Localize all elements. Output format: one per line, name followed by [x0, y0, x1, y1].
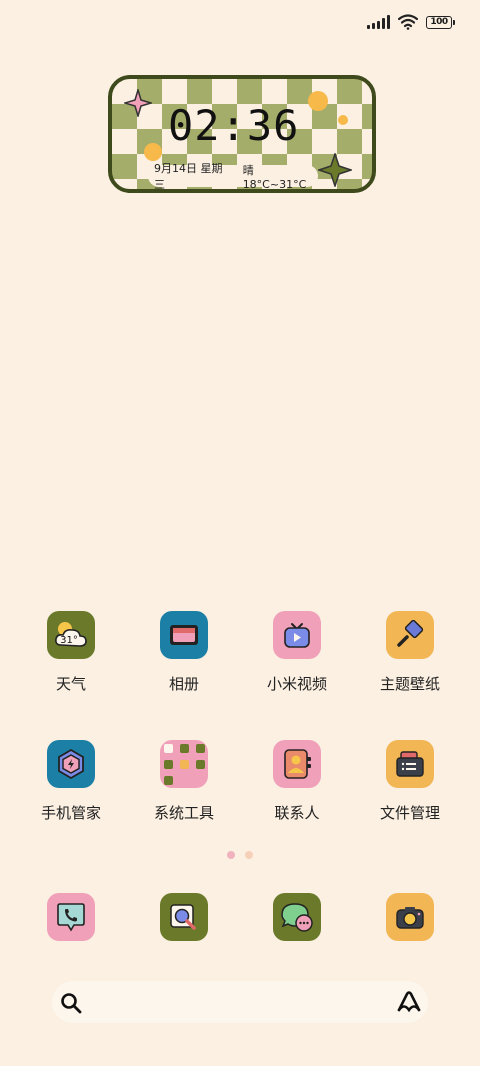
- clock-date: 9月14日 星期三: [154, 162, 223, 191]
- page-dot[interactable]: [245, 851, 253, 859]
- search-bar[interactable]: [52, 981, 428, 1023]
- sparkle-icon: [124, 89, 152, 117]
- message-icon: [273, 893, 321, 941]
- app-security[interactable]: 手机管家: [16, 740, 126, 823]
- battery-level: 100: [430, 17, 448, 27]
- sparkle-icon: [318, 153, 352, 187]
- status-bar: 100: [367, 10, 455, 34]
- clock-widget[interactable]: 02:36 9月14日 星期三 晴 18°C~31°C: [108, 75, 376, 193]
- app-themes[interactable]: 主题壁纸: [355, 611, 465, 694]
- assistant-icon[interactable]: [396, 990, 422, 1014]
- clock-time: 02:36: [168, 101, 300, 150]
- page-indicator: [227, 851, 253, 859]
- search-icon[interactable]: [60, 992, 82, 1014]
- shield-icon: [47, 740, 95, 788]
- dock-browser[interactable]: [129, 893, 239, 941]
- wifi-icon: [398, 14, 418, 30]
- dock-camera[interactable]: [355, 893, 465, 941]
- weather-icon-temp: 31°: [60, 635, 78, 646]
- battery-icon: 100: [426, 15, 455, 29]
- app-label: 联系人: [274, 804, 320, 822]
- decor-dot: [338, 115, 348, 125]
- phone-icon: [47, 893, 95, 941]
- app-label: 主题壁纸: [379, 675, 440, 693]
- signal-icon: [367, 15, 390, 29]
- app-label: 系统工具: [153, 804, 214, 822]
- paint-brush-icon: [386, 611, 434, 659]
- clock-weather: 晴 18°C~31°C: [242, 163, 307, 191]
- app-system-tools[interactable]: 系统工具: [129, 740, 239, 823]
- app-mi-video[interactable]: 小米视频: [242, 611, 352, 694]
- dock-phone[interactable]: [16, 893, 126, 941]
- app-contacts[interactable]: 联系人: [242, 740, 352, 823]
- video-icon: [273, 611, 321, 659]
- app-weather[interactable]: 31° 天气: [16, 611, 126, 694]
- app-label: 天气: [55, 675, 86, 693]
- contacts-icon: [273, 740, 321, 788]
- weather-icon: 31°: [47, 611, 95, 659]
- app-label: 相册: [168, 675, 199, 693]
- decor-dot: [144, 143, 162, 161]
- app-file-manager[interactable]: 文件管理: [355, 740, 465, 823]
- clock-info: 9月14日 星期三 晴 18°C~31°C: [148, 162, 318, 189]
- folder-icon: [160, 740, 208, 788]
- file-folder-icon: [386, 740, 434, 788]
- camera-icon: [386, 893, 434, 941]
- app-gallery[interactable]: 相册: [129, 611, 239, 694]
- page-dot-active[interactable]: [227, 851, 235, 859]
- gallery-icon: [160, 611, 208, 659]
- browser-icon: [160, 893, 208, 941]
- decor-dot: [308, 91, 328, 111]
- dock-messages[interactable]: [242, 893, 352, 941]
- app-label: 手机管家: [40, 804, 101, 822]
- app-label: 小米视频: [266, 675, 327, 693]
- app-label: 文件管理: [379, 804, 440, 822]
